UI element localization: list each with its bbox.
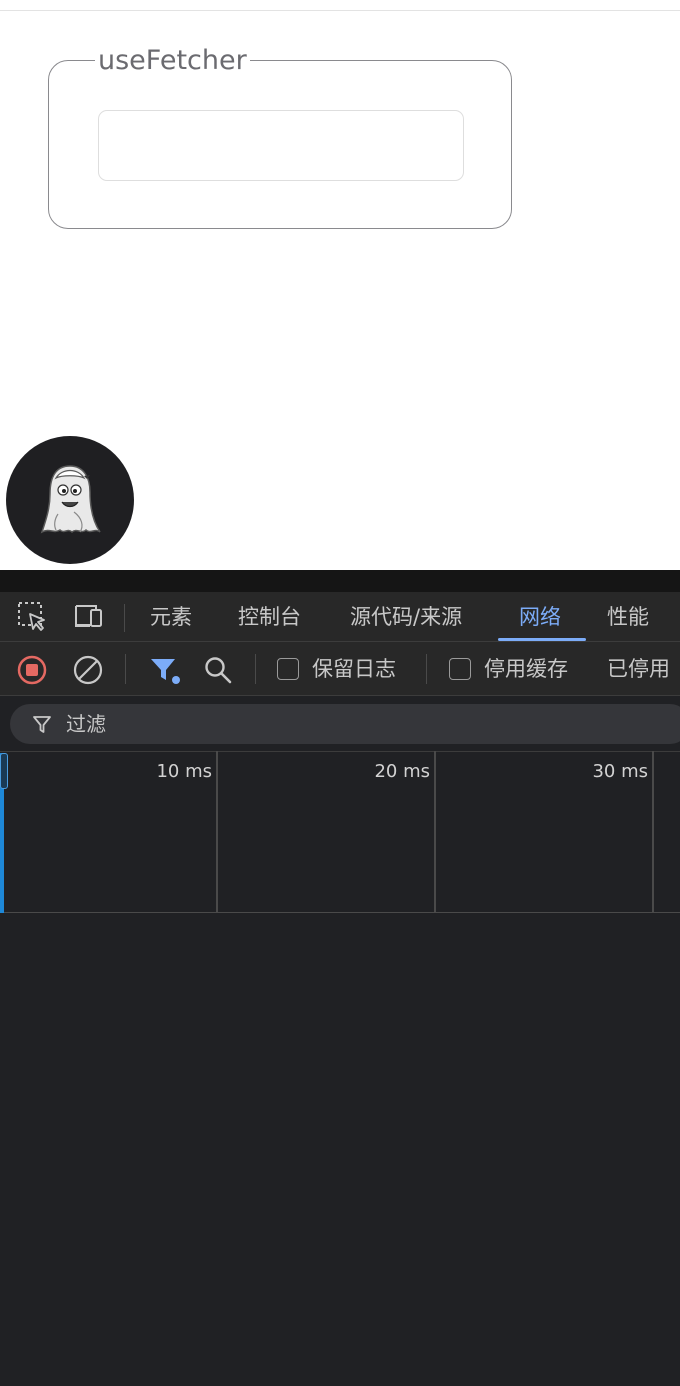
record-stop-icon[interactable] <box>16 654 48 686</box>
avatar-button[interactable] <box>6 436 134 564</box>
toolbar-separator <box>125 654 126 684</box>
filter-input[interactable] <box>10 704 680 744</box>
timeline-tick-label: 20 ms <box>374 761 430 782</box>
throttling-select[interactable]: 已停用 <box>607 654 670 684</box>
toolbar-separator <box>124 604 125 632</box>
timeline-gridline <box>216 751 218 913</box>
inspect-element-icon[interactable] <box>16 600 48 632</box>
timeline-tick-label: 30 ms <box>592 761 648 782</box>
timeline-gridline <box>652 751 654 913</box>
preserve-log-checkbox[interactable] <box>277 658 299 680</box>
timeline-gridline <box>434 751 436 913</box>
preserve-log-label[interactable]: 保留日志 <box>312 654 396 684</box>
toolbar-separator <box>255 654 256 684</box>
fetcher-input[interactable] <box>98 110 464 181</box>
device-toolbar-icon[interactable] <box>72 600 104 632</box>
disable-cache-label[interactable]: 停用缓存 <box>484 654 568 684</box>
toolbar-separator <box>426 654 427 684</box>
tab-performance[interactable]: 性能 <box>607 592 649 642</box>
disable-cache-checkbox[interactable] <box>449 658 471 680</box>
filter-funnel-icon <box>33 716 51 733</box>
devtools-panel: 元素 控制台 源代码/来源 网络 性能 保留日志 停用缓存 已停用 过滤 10 … <box>0 570 680 1386</box>
tab-console[interactable]: 控制台 <box>238 592 301 642</box>
tab-elements[interactable]: 元素 <box>150 592 192 642</box>
devtools-resize-bar[interactable] <box>0 570 680 592</box>
timeline-tick-label: 10 ms <box>156 761 212 782</box>
clear-icon[interactable] <box>72 654 104 686</box>
search-icon[interactable] <box>202 654 234 686</box>
tab-network[interactable]: 网络 <box>519 592 561 642</box>
active-tab-indicator <box>498 638 586 641</box>
tab-sources[interactable]: 源代码/来源 <box>350 592 462 642</box>
filter-icon[interactable] <box>148 654 182 686</box>
top-divider <box>0 10 680 11</box>
overview-window-handle[interactable] <box>0 753 8 789</box>
filter-placeholder: 过滤 <box>66 712 106 736</box>
ghost-icon <box>40 465 101 534</box>
page-viewport: useFetcher <box>0 0 680 570</box>
request-list-empty-area <box>0 914 680 1386</box>
fieldset-legend: useFetcher <box>95 45 250 77</box>
